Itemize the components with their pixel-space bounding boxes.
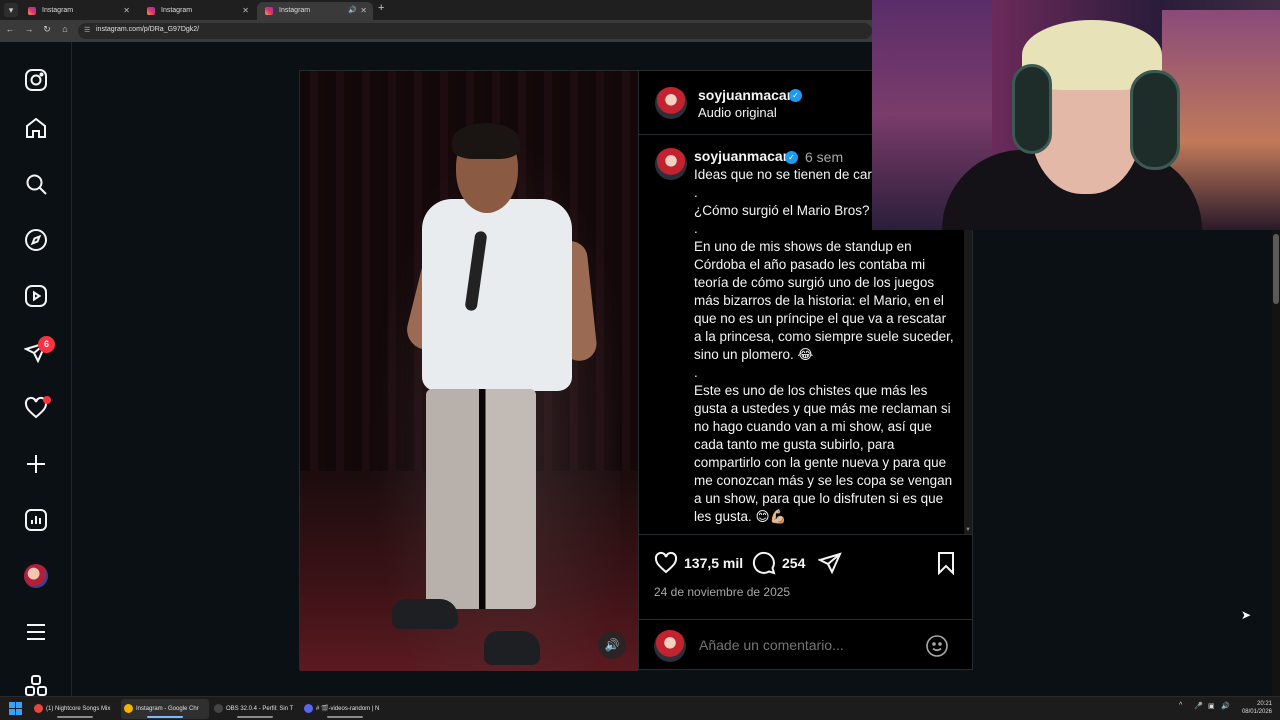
performer-shoe	[392, 599, 458, 629]
browser-tab[interactable]: Instagram ✕	[20, 2, 136, 20]
author-username[interactable]: soyjuanmacar	[694, 148, 788, 164]
notification-dot	[43, 396, 51, 404]
more-menu-icon[interactable]	[24, 620, 48, 644]
site-info-icon[interactable]: ☰	[84, 26, 90, 34]
comment-icon[interactable]	[752, 551, 776, 575]
mouse-cursor-icon: ➤	[1241, 608, 1252, 622]
dashboard-icon[interactable]	[24, 508, 48, 532]
close-tab-icon[interactable]: ✕	[360, 2, 367, 20]
back-icon[interactable]: ←	[4, 24, 16, 34]
forward-icon[interactable]: →	[23, 24, 35, 34]
performer-shoe	[484, 631, 540, 665]
tab-title: Instagram	[42, 7, 74, 14]
taskbar: (1) Nightcore Songs Mix Instagram - Goog…	[0, 696, 1280, 720]
taskbar-app-label: OBS 32.0.4 - Perfil: Sin T	[226, 706, 294, 712]
author-avatar[interactable]	[655, 87, 687, 119]
profile-avatar[interactable]	[24, 564, 48, 588]
speaker-icon[interactable]: 🔊	[348, 2, 357, 20]
post-date: 24 de noviembre de 2025	[654, 585, 791, 599]
verified-badge-icon: ✓	[789, 89, 802, 102]
scroll-down-icon[interactable]: ▼	[965, 527, 971, 533]
viewer-avatar[interactable]	[654, 630, 686, 662]
taskbar-app[interactable]: OBS 32.0.4 - Perfil: Sin T	[211, 699, 299, 719]
clock-time: 20:21	[1256, 701, 1272, 707]
author-avatar[interactable]	[655, 148, 687, 180]
volume-icon[interactable]: 🔊	[598, 631, 626, 659]
headset-icon	[1130, 70, 1180, 170]
instagram-favicon-icon	[265, 7, 273, 15]
like-count[interactable]: 137,5 mil	[684, 555, 743, 571]
browser-tab[interactable]: Instagram ✕	[139, 2, 255, 20]
share-icon[interactable]	[818, 551, 842, 575]
tab-search-button[interactable]: ▾	[4, 3, 18, 17]
taskbar-app-label: # 🎬-videos-random | N	[316, 706, 380, 712]
screen: ▾ Instagram ✕ Instagram ✕ Instagram 🔊 ✕ …	[0, 0, 1280, 720]
obs-icon	[214, 704, 223, 713]
headset-icon	[1012, 64, 1052, 154]
new-tab-button[interactable]: +	[378, 2, 384, 14]
messages-badge: 6	[38, 336, 55, 353]
close-tab-icon[interactable]: ✕	[123, 2, 130, 20]
microphone-tray-icon[interactable]: 🎤	[1194, 702, 1203, 710]
comment-count[interactable]: 254	[782, 555, 805, 571]
page-scrollbar[interactable]	[1272, 230, 1280, 696]
discord-icon	[304, 704, 313, 713]
verified-badge-icon: ✓	[785, 151, 798, 164]
instagram-favicon-icon	[147, 7, 155, 15]
author-username[interactable]: soyjuanmacar	[698, 87, 792, 103]
reload-icon[interactable]: ↻	[41, 24, 53, 35]
tab-title: Instagram	[279, 7, 311, 14]
create-icon[interactable]	[24, 452, 48, 476]
home-icon[interactable]	[24, 116, 48, 140]
webcam-overlay	[872, 0, 1280, 230]
clock-date: 08/01/2026	[1241, 709, 1272, 715]
performer-hair	[452, 123, 520, 159]
close-tab-icon[interactable]: ✕	[242, 2, 249, 20]
explore-icon[interactable]	[24, 228, 48, 252]
search-icon[interactable]	[24, 172, 48, 196]
audio-label[interactable]: Audio original	[698, 105, 777, 120]
tray-overflow-icon[interactable]: ^	[1179, 702, 1182, 709]
post-time-ago: 6 sem	[805, 149, 844, 165]
emoji-icon[interactable]	[925, 634, 949, 658]
post-actions: 137,5 mil 254 24 de noviembre de 2025	[639, 534, 973, 669]
instagram-sidebar: 6	[0, 42, 72, 696]
also-from-meta-icon[interactable]	[24, 674, 48, 698]
chrome-icon	[34, 704, 43, 713]
taskbar-app-active[interactable]: Instagram - Google Chr	[121, 699, 209, 719]
save-icon[interactable]	[934, 551, 958, 575]
volume-tray-icon[interactable]: 🔊	[1221, 702, 1230, 710]
taskbar-app[interactable]: # 🎬-videos-random | N	[301, 699, 389, 719]
taskbar-app-label: (1) Nightcore Songs Mix	[46, 706, 111, 712]
address-bar[interactable]: ☰ instagram.com/p/DRa_G97Dgk2/	[78, 23, 872, 39]
instagram-logo-icon[interactable]	[24, 68, 48, 92]
home-icon[interactable]: ⌂	[59, 24, 71, 34]
taskbar-app-label: Instagram - Google Chr	[136, 706, 199, 712]
network-tray-icon[interactable]: ▣	[1208, 702, 1215, 710]
instagram-favicon-icon	[28, 7, 36, 15]
comment-input[interactable]	[699, 637, 919, 653]
taskbar-app[interactable]: (1) Nightcore Songs Mix	[31, 699, 119, 719]
reel-video[interactable]: 🔊	[300, 71, 638, 671]
reels-icon[interactable]	[24, 284, 48, 308]
browser-tab-active[interactable]: Instagram 🔊 ✕	[257, 2, 373, 20]
performer-pants	[426, 389, 536, 609]
like-icon[interactable]	[654, 551, 678, 575]
scrollbar-thumb[interactable]	[1273, 234, 1279, 304]
tab-title: Instagram	[161, 7, 193, 14]
url-text[interactable]: instagram.com/p/DRa_G97Dgk2/	[96, 26, 199, 33]
comment-box	[639, 619, 973, 670]
windows-start-icon[interactable]	[9, 702, 22, 715]
chrome-icon	[124, 704, 133, 713]
performer-shirt	[422, 199, 572, 391]
taskbar-clock[interactable]: 20:21 08/01/2026	[1236, 700, 1272, 716]
